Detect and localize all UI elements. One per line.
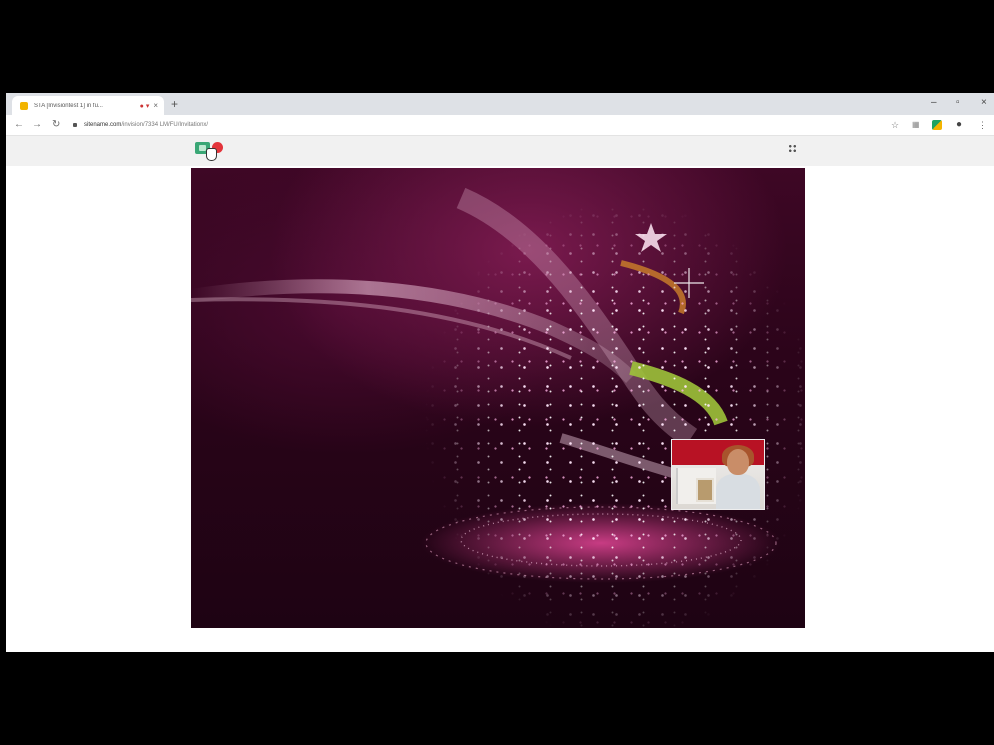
- self-view-video[interactable]: [671, 439, 765, 510]
- lock-icon: [73, 123, 77, 127]
- google-drive-icon[interactable]: [932, 120, 942, 130]
- url-domain: sitename.com: [84, 122, 122, 128]
- menu-icon[interactable]: ⋮: [978, 119, 987, 131]
- sparkle-overlay: [191, 168, 805, 628]
- self-view-person-face: [727, 449, 749, 475]
- shared-screen-stage: [191, 168, 805, 628]
- reload-icon[interactable]: ↻: [52, 118, 60, 131]
- call-controls-bar: [6, 136, 994, 166]
- forward-arrow-icon[interactable]: →: [32, 118, 42, 131]
- star-icon[interactable]: ☆: [891, 119, 899, 131]
- extension-icon[interactable]: ▦: [912, 119, 920, 131]
- profile-icon[interactable]: ●: [956, 119, 962, 131]
- self-view-picture-frame: [696, 478, 714, 502]
- mouse-cursor-icon: [206, 148, 217, 161]
- letterbox-bottom: [0, 652, 994, 745]
- tab-title: STA [Invisiontest 1] in fu...: [34, 102, 103, 109]
- favicon-icon: [20, 101, 28, 110]
- grid-icon[interactable]: [788, 144, 797, 153]
- address-bar[interactable]: sitename.com/invision/7334 LM/FU/Invitat…: [84, 120, 874, 130]
- letterbox-top: [0, 0, 994, 93]
- close-window-button[interactable]: ×: [981, 96, 987, 110]
- minimize-button[interactable]: –: [931, 96, 937, 110]
- new-tab-button[interactable]: +: [171, 97, 178, 111]
- browser-toolbar: ← → ↻ sitename.com/invision/7334 LM/FU/I…: [6, 115, 994, 136]
- self-view-person-body: [716, 474, 760, 509]
- browser-tab[interactable]: STA [Invisiontest 1] in fu... ● ▾ ×: [12, 96, 164, 115]
- maximize-button[interactable]: ▫: [956, 96, 960, 110]
- url-path: /invision/7334 LM/FU/Invitationx/: [121, 122, 209, 128]
- close-icon[interactable]: ×: [153, 101, 158, 110]
- recording-indicator-icon: ● ▾: [139, 102, 150, 110]
- call-page: [6, 136, 994, 652]
- tab-strip: STA [Invisiontest 1] in fu... ● ▾ × + – …: [6, 93, 994, 115]
- back-arrow-icon[interactable]: ←: [14, 118, 24, 131]
- browser-window: STA [Invisiontest 1] in fu... ● ▾ × + – …: [6, 93, 994, 652]
